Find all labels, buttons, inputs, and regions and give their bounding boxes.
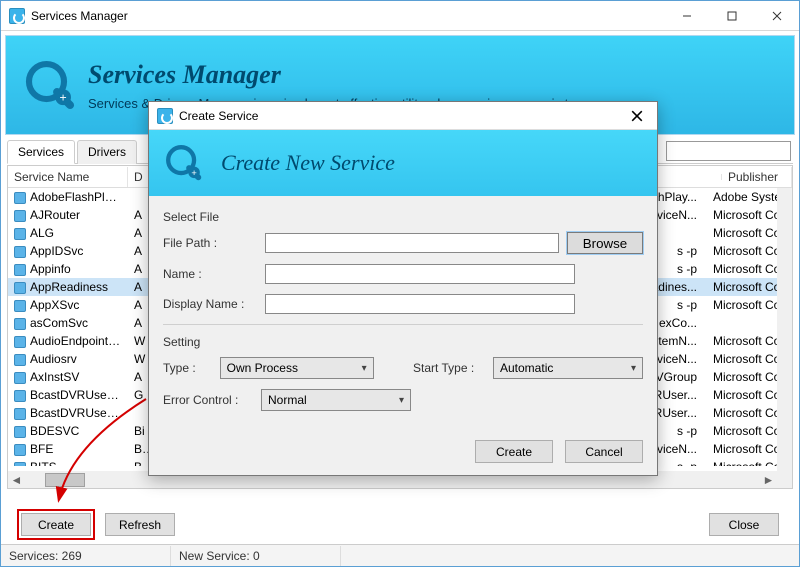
vertical-scrollbar[interactable] xyxy=(777,188,792,471)
display-name-label: Display Name : xyxy=(163,297,257,311)
service-icon xyxy=(14,300,26,312)
maximize-button[interactable] xyxy=(709,1,754,31)
close-button-bottom[interactable]: Close xyxy=(709,513,779,536)
service-icon xyxy=(14,426,26,438)
app-icon xyxy=(9,8,25,24)
scroll-right-icon[interactable]: ► xyxy=(760,471,777,488)
status-new-service: New Service: 0 xyxy=(171,546,341,566)
service-icon xyxy=(14,390,26,402)
modal-banner: + Create New Service xyxy=(149,130,657,196)
start-type-label: Start Type : xyxy=(413,361,485,375)
modal-title: Create Service xyxy=(179,109,258,123)
svg-text:+: + xyxy=(60,91,67,105)
minimize-button[interactable] xyxy=(664,1,709,31)
main-window: Services Manager + Services Manager Serv… xyxy=(0,0,800,567)
type-combo[interactable]: Own Process ▾ xyxy=(220,357,374,379)
service-icon xyxy=(14,408,26,420)
error-control-value: Normal xyxy=(268,393,307,407)
type-value: Own Process xyxy=(227,361,298,375)
type-label: Type : xyxy=(163,361,212,375)
scroll-thumb[interactable] xyxy=(45,473,85,487)
status-service-count: Services: 269 xyxy=(1,546,171,566)
tab-drivers[interactable]: Drivers xyxy=(77,140,137,164)
titlebar: Services Manager xyxy=(1,1,799,31)
modal-app-icon xyxy=(157,108,173,124)
start-type-value: Automatic xyxy=(500,361,553,375)
service-icon xyxy=(14,264,26,276)
refresh-button[interactable]: Refresh xyxy=(105,513,175,536)
name-label: Name : xyxy=(163,267,257,281)
browse-button[interactable]: Browse xyxy=(567,232,643,254)
search-input[interactable] xyxy=(666,141,791,161)
close-button[interactable] xyxy=(754,1,799,31)
service-icon xyxy=(14,282,26,294)
service-icon xyxy=(14,228,26,240)
service-icon xyxy=(14,336,26,348)
service-icon xyxy=(14,210,26,222)
filepath-label: File Path : xyxy=(163,236,257,250)
create-button[interactable]: Create xyxy=(21,513,91,536)
modal-titlebar: Create Service xyxy=(149,102,657,130)
statusbar: Services: 269 New Service: 0 xyxy=(1,544,799,566)
service-icon xyxy=(14,444,26,456)
col-service-name[interactable]: Service Name xyxy=(8,167,128,187)
service-icon xyxy=(14,192,26,204)
banner-title: Services Manager xyxy=(88,60,575,90)
service-icon xyxy=(14,354,26,366)
service-icon xyxy=(14,372,26,384)
chevron-down-icon: ▾ xyxy=(399,395,404,406)
col-publisher[interactable]: Publisher xyxy=(722,167,792,187)
modal-cancel-button[interactable]: Cancel xyxy=(565,440,643,463)
error-control-label: Error Control : xyxy=(163,393,253,407)
tab-services[interactable]: Services xyxy=(7,140,75,164)
scroll-left-icon[interactable]: ◄ xyxy=(8,471,25,488)
create-service-dialog: Create Service + Create New Service Sele… xyxy=(148,101,658,476)
chevron-down-icon: ▾ xyxy=(631,363,636,374)
modal-create-button[interactable]: Create xyxy=(475,440,553,463)
service-icon xyxy=(14,246,26,258)
service-icon xyxy=(14,318,26,330)
start-type-combo[interactable]: Automatic ▾ xyxy=(493,357,643,379)
modal-close-button[interactable] xyxy=(625,104,649,128)
section-setting: Setting xyxy=(163,335,643,349)
gear-icon: + xyxy=(161,140,207,186)
filepath-input[interactable] xyxy=(265,233,559,253)
error-control-combo[interactable]: Normal ▾ xyxy=(261,389,411,411)
gear-icon: + xyxy=(22,57,78,113)
display-name-input[interactable] xyxy=(265,294,575,314)
svg-text:+: + xyxy=(191,168,196,178)
service-icon xyxy=(14,462,26,466)
section-select-file: Select File xyxy=(163,210,643,224)
bottom-buttons: Create Refresh Close xyxy=(21,513,779,536)
window-title: Services Manager xyxy=(31,9,128,23)
modal-banner-title: Create New Service xyxy=(221,150,395,176)
chevron-down-icon: ▾ xyxy=(362,363,367,374)
window-controls xyxy=(664,1,799,31)
name-input[interactable] xyxy=(265,264,575,284)
